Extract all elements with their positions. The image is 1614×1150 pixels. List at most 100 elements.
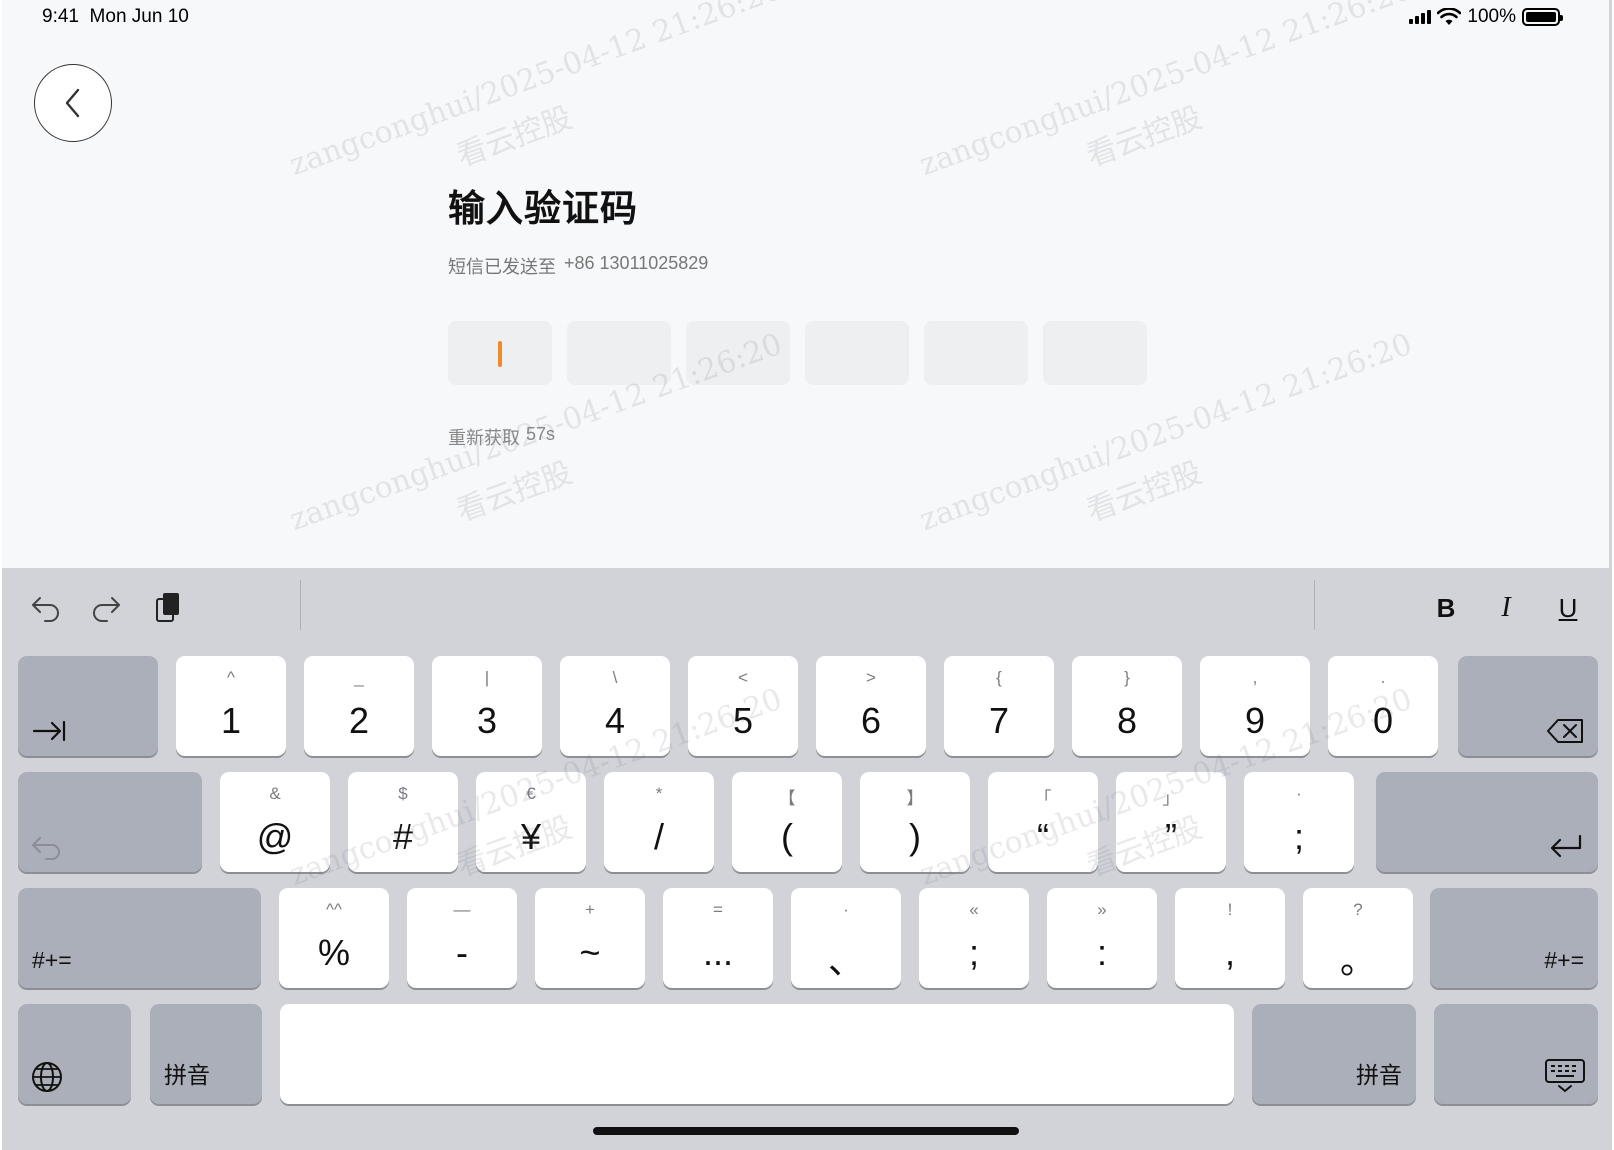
symbols-shift-key-left[interactable]: #+=	[18, 888, 261, 988]
key-secondary-symbol: .	[1380, 668, 1386, 687]
key-primary-label: )	[909, 816, 921, 857]
globe-key[interactable]	[18, 1004, 131, 1104]
pinyin-key-right[interactable]: 拼音	[1252, 1004, 1416, 1104]
key-primary-label: 9	[1244, 700, 1266, 741]
key-primary-label: ¥	[520, 816, 542, 857]
symbol-key[interactable]: € ¥	[476, 772, 586, 872]
key-primary-label: 4	[604, 700, 626, 741]
countdown-text: 57s	[526, 424, 556, 444]
dismiss-keyboard-key[interactable]	[1434, 1004, 1598, 1104]
redo-icon[interactable]	[86, 588, 126, 628]
pinyin-key-left[interactable]: 拼音	[150, 1004, 262, 1104]
key-secondary-symbol: 】	[906, 789, 924, 808]
wifi-icon	[1437, 8, 1462, 25]
key-primary-label: 1	[220, 700, 242, 741]
symbols-shift-label: #+=	[1544, 947, 1584, 973]
symbol-key[interactable]: 「“	[988, 772, 1098, 872]
symbol-key[interactable]: 」”	[1116, 772, 1226, 872]
punctuation-key[interactable]: ·、	[791, 888, 901, 988]
device-edge	[1609, 0, 1612, 1150]
delete-key[interactable]	[1458, 656, 1598, 756]
key-primary-label: /	[653, 816, 664, 857]
punctuation-key[interactable]: — -	[407, 888, 517, 988]
symbol-key[interactable]: & @	[220, 772, 330, 872]
punctuation-key[interactable]: ^^%	[279, 888, 389, 988]
tab-key[interactable]	[18, 656, 158, 756]
code-digit-box[interactable]	[686, 321, 790, 385]
code-digit-box[interactable]	[1043, 321, 1147, 385]
number-key[interactable]: >6	[816, 656, 926, 756]
undo-arrow-icon	[32, 837, 60, 860]
ipad-screen: 9:41 Mon Jun 10 100% 输入验证码 短信已发送至 +86 13…	[0, 0, 1614, 1150]
code-digit-box[interactable]	[924, 321, 1028, 385]
key-secondary-symbol: *	[655, 784, 663, 803]
tab-arrow-icon	[32, 720, 66, 742]
key-primary-label: #	[392, 816, 414, 857]
page-title: 输入验证码	[448, 188, 638, 229]
symbol-key[interactable]: ·;	[1244, 772, 1354, 872]
punctuation-key[interactable]: »:	[1047, 888, 1157, 988]
resend-label: 重新获取	[448, 428, 520, 448]
key-secondary-symbol: {	[996, 668, 1002, 687]
key-primary-label: (	[781, 816, 793, 857]
symbol-key[interactable]: 】)	[860, 772, 970, 872]
punctuation-key[interactable]: + ~	[535, 888, 645, 988]
home-indicator[interactable]	[593, 1127, 1019, 1135]
bold-button[interactable]: B	[1426, 588, 1466, 628]
key-secondary-symbol: ^^	[326, 900, 342, 919]
punctuation-key[interactable]: «;	[919, 888, 1029, 988]
number-key[interactable]: ,9	[1200, 656, 1310, 756]
italic-button[interactable]: I	[1486, 588, 1526, 628]
key-primary-label: 3	[476, 700, 498, 741]
number-key[interactable]: | 3	[432, 656, 542, 756]
symbol-key[interactable]: * /	[604, 772, 714, 872]
back-button[interactable]	[34, 64, 112, 142]
key-primary-label: ~	[579, 932, 601, 973]
punctuation-key[interactable]: ?。	[1303, 888, 1413, 988]
punctuation-key[interactable]: =...	[663, 888, 773, 988]
symbols-shift-key-right[interactable]: #+=	[1430, 888, 1598, 988]
key-secondary-symbol: &	[269, 784, 281, 803]
space-key[interactable]	[280, 1004, 1234, 1104]
undo-icon[interactable]	[26, 588, 66, 628]
punctuation-key[interactable]: !,	[1175, 888, 1285, 988]
number-key[interactable]: _ 2	[304, 656, 414, 756]
key-primary-label: 2	[348, 700, 370, 741]
number-key[interactable]: } 8	[1072, 656, 1182, 756]
key-secondary-symbol: ,	[1252, 668, 1258, 687]
date-text: Mon Jun 10	[89, 6, 189, 27]
pinyin-label: 拼音	[164, 1062, 210, 1088]
number-key[interactable]: \ 4	[560, 656, 670, 756]
key-secondary-symbol: ?	[1353, 900, 1363, 919]
number-key[interactable]: {7	[944, 656, 1054, 756]
key-secondary-symbol: <	[738, 668, 748, 687]
key-primary-label: -	[456, 932, 468, 973]
code-digit-box[interactable]	[448, 321, 552, 385]
symbol-key[interactable]: 【(	[732, 772, 842, 872]
return-arrow-icon	[1550, 834, 1582, 858]
number-key[interactable]: ^ 1	[176, 656, 286, 756]
cellular-signal-icon	[1409, 10, 1432, 24]
backspace-icon	[1547, 719, 1583, 743]
clipboard-icon[interactable]	[148, 588, 188, 628]
key-secondary-symbol: >	[866, 668, 876, 687]
number-key[interactable]: .0	[1328, 656, 1438, 756]
time-text: 9:41	[42, 6, 79, 27]
key-primary-label: 5	[732, 700, 754, 741]
app-screen: 9:41 Mon Jun 10 100% 输入验证码 短信已发送至 +86 13…	[2, 0, 1610, 568]
code-digit-box[interactable]	[805, 321, 909, 385]
resend-countdown: 重新获取 57s	[448, 424, 555, 450]
key-secondary-symbol: ·	[843, 900, 849, 919]
battery-percent: 100%	[1467, 6, 1516, 27]
key-primary-label: 。	[1339, 940, 1376, 981]
key-primary-label: 6	[860, 700, 882, 741]
verification-code-input[interactable]	[448, 321, 1147, 385]
return-key[interactable]	[1376, 772, 1598, 872]
underline-button[interactable]: U	[1548, 588, 1588, 628]
number-key[interactable]: <5	[688, 656, 798, 756]
symbol-key[interactable]: $ #	[348, 772, 458, 872]
symbols-shift-label: #+=	[32, 947, 72, 973]
key-secondary-symbol: |	[484, 668, 490, 687]
undo-key[interactable]	[18, 772, 202, 872]
code-digit-box[interactable]	[567, 321, 671, 385]
